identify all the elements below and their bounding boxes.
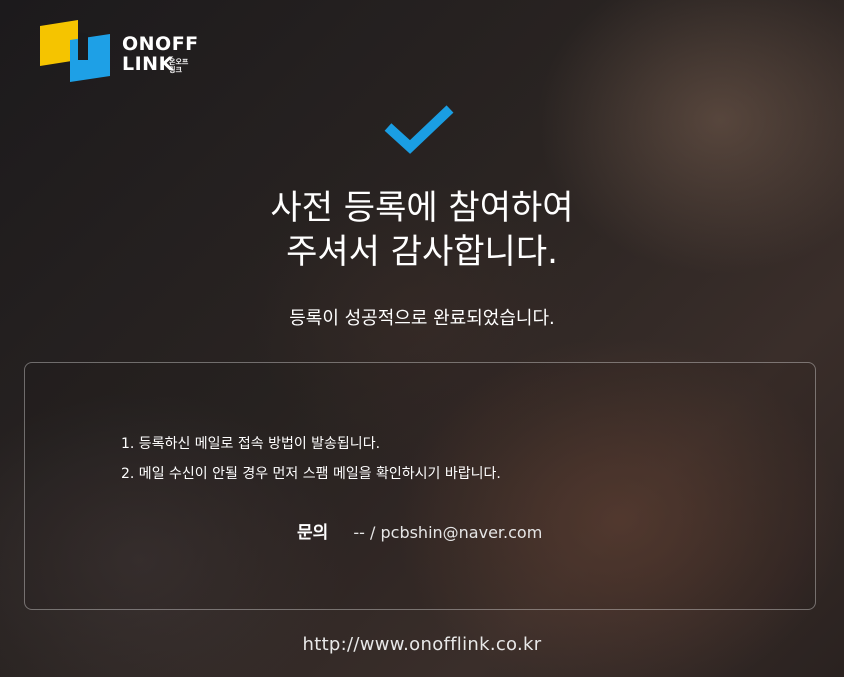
logo-sub-line-1: 온오프 [169,58,189,66]
contact-email[interactable]: -- / pcbshin@naver.com [353,523,542,542]
notice-list: 1. 등록하신 메일로 접속 방법이 발송됩니다. 2. 메일 수신이 안될 경… [121,429,501,489]
contact-label: 문의 [297,523,329,543]
notice-item: 2. 메일 수신이 안될 경우 먼저 스팸 메일을 확인하시기 바랍니다. [121,466,501,482]
contact-row: 문의 -- / pcbshin@naver.com [297,521,542,545]
page-title: 사전 등록에 참여하여 주셔서 감사합니다. [0,186,844,274]
completion-message: 등록이 성공적으로 완료되었습니다. [289,308,555,329]
site-url-link[interactable]: http://www.onofflink.co.kr [0,632,844,658]
onofflink-logo: ONOFF LINK 온오프 링크 [40,20,200,82]
title-line-1: 사전 등록에 참여하여 [270,188,574,228]
logo-sub-line-2: 링크 [169,66,182,74]
logo-mark-icon [40,20,110,82]
notice-item: 1. 등록하신 메일로 접속 방법이 발송됩니다. [121,436,381,452]
logo-korean-text: 온오프 링크 [169,58,193,74]
info-panel: 1. 등록하신 메일로 접속 방법이 발송됩니다. 2. 메일 수신이 안될 경… [24,362,816,610]
title-line-2: 주셔서 감사합니다. [286,232,558,272]
checkmark-icon [384,105,454,154]
logo-line-1: ONOFF [122,33,199,55]
